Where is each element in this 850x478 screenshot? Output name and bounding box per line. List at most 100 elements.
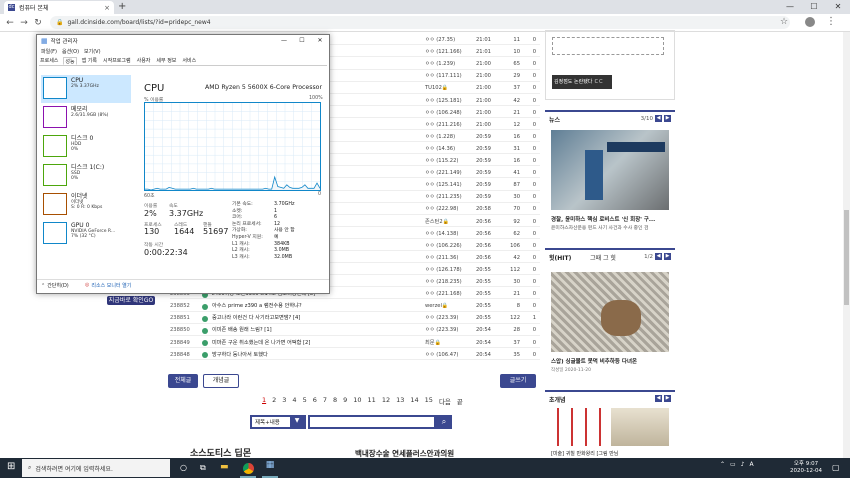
post-writer[interactable]: ㅇㅇ (211.235) [425,193,462,202]
chevron-up-icon[interactable]: ⌃ [720,461,725,468]
page-link[interactable]: 4 [292,396,296,406]
page-link[interactable]: 10 [353,396,361,406]
sidebar-item[interactable]: 디스크 0 HDD 0% [41,133,131,161]
sidebar-item[interactable]: CPU 2% 3.37GHz [41,75,131,103]
page-link[interactable]: 15 [425,396,433,406]
task-manager-taskbar-icon[interactable]: ▦ [262,460,278,478]
post-writer[interactable]: ㅇㅇ (106.226) [425,242,462,251]
recommended-posts-button[interactable]: 개념글 [203,374,239,388]
page-link[interactable]: 7 [323,396,327,406]
resource-monitor-link[interactable]: ◎ 리소스 모니터 열기 [85,282,131,289]
tab-item[interactable]: 시작프로그램 [102,57,132,65]
post-writer[interactable]: ㅇㅇ (223.39) [425,326,458,335]
post-writer[interactable]: ㅇㅇ (211.36) [425,254,458,263]
tab-item[interactable]: 사용자 [136,57,152,65]
list-item[interactable]: 238851 중고나라 이런건 다 사기라고보면댐? [4] ㅇㅇ (223.39)… [170,314,540,324]
profile-avatar[interactable] [805,17,815,27]
post-writer[interactable]: ㅇㅇ (115.22) [425,157,458,166]
page-link[interactable]: 끝 [457,396,463,406]
new-tab-icon[interactable]: + [118,2,128,12]
close-tab-icon[interactable]: × [104,4,110,12]
minimize-icon[interactable]: — [275,35,293,47]
scrollbar-thumb[interactable] [844,210,849,305]
post-writer[interactable]: ㅇㅇ (222.98) [425,205,458,214]
post-writer[interactable]: ㅇㅇ (1.228) [425,133,455,142]
post-writer[interactable]: TU102🔒 [425,84,448,93]
prev-icon[interactable]: ◀ [655,115,662,122]
tab-item[interactable]: 성능 [63,57,77,65]
task-manager-titlebar[interactable]: ▦ 작업 관리자 — ☐ ✕ [37,35,329,47]
menu-item[interactable]: 보기(V) [84,48,101,55]
taskbar-search[interactable]: ⌕ 검색하려면 여기에 입력하세요. [22,459,170,477]
post-title[interactable]: 중고나라 이런건 다 사기라고보면댐? [4] [212,314,300,323]
network-icon[interactable]: ▭ [730,461,736,468]
page-link[interactable]: 5 [303,396,307,406]
all-posts-button[interactable]: 전체글 [168,374,198,388]
news-photo[interactable] [551,130,669,210]
next-icon[interactable]: ▶ [664,395,671,402]
page-link[interactable]: 3 [282,396,286,406]
hit-headline[interactable]: 스압) 싱글몰트 못먹 비추하등 다녀온 [551,357,671,365]
notification-icon[interactable]: ▢ [832,463,840,472]
post-writer[interactable]: ㅇㅇ (221.149) [425,169,462,178]
list-item[interactable]: 238852 아수스 prime z390 a 램전수용 안하냐? werzel🔒 2… [170,302,540,312]
post-writer[interactable]: ㅇㅇ (1.239) [425,60,455,69]
post-writer[interactable]: ㅇㅇ (211.216) [425,121,462,130]
browser-tab[interactable]: dc 컴퓨터 본체 × [4,1,114,14]
concept-thumb-2[interactable] [611,408,669,446]
prev-icon[interactable]: ◀ [655,395,662,402]
tab-item[interactable]: 서비스 [181,57,197,65]
tab-item[interactable]: 앱 기록 [81,57,98,65]
search-input[interactable] [308,415,436,429]
forward-icon[interactable]: → [18,17,30,29]
post-writer[interactable]: ㅇㅇ (126.178) [425,266,462,275]
file-explorer-icon[interactable]: ▬ [220,462,229,472]
multitask-icon[interactable]: ⧉ [200,463,206,473]
page-link[interactable]: 9 [343,396,347,406]
post-writer[interactable]: 최문🔒 [425,339,441,348]
clock[interactable]: 오후 9:07 2020-12-04 [786,461,826,475]
bookmark-star-icon[interactable]: ☆ [780,17,788,27]
page-link[interactable]: 2 [272,396,276,406]
list-item[interactable]: 238849 미마존 구운 취소했는데 온 나가면 어떡함 [2] 최문🔒 20:54… [170,339,540,348]
next-icon[interactable]: ▶ [664,115,671,122]
sidebar-item[interactable]: 메모리 2.6/31.9GB (8%) [41,104,131,132]
post-title[interactable]: 방구하다 둥나아서 토했다 [212,351,268,360]
menu-item[interactable]: 옵션(O) [62,48,79,55]
page-link[interactable]: 다음 [439,396,451,406]
post-title[interactable]: 이미존 배송 원래 느림? [1] [212,326,272,335]
url-field[interactable]: 🔒 gall.dcinside.com/board/lists/?id=prid… [50,16,790,29]
news-headline[interactable]: 경찰, 윤미하스 핵심 로비스트 '신 회장' 구... [551,215,671,223]
brief-toggle[interactable]: ⌃ 간단히(D) [41,282,69,290]
post-writer[interactable]: ㅇㅇ (223.39) [425,314,458,323]
post-writer[interactable]: ㅇㅇ (106.248) [425,109,462,118]
close-icon[interactable]: ✕ [826,0,850,14]
post-writer[interactable]: 존스턴2🔒 [425,218,449,227]
maximize-icon[interactable]: ☐ [802,0,826,14]
tab-item[interactable]: 세부 정보 [155,57,177,65]
hit-photo[interactable] [551,272,669,352]
task-view-icon[interactable]: ○ [180,463,187,472]
list-item[interactable]: 238850 이미존 배송 원래 느림? [1] ㅇㅇ (223.39) 20:54 2… [170,326,540,336]
post-writer[interactable]: ㅇㅇ (218.235) [425,278,462,287]
maximize-icon[interactable]: ☐ [293,35,311,47]
menu-item[interactable]: 파일(F) [41,48,57,55]
minimize-icon[interactable]: — [778,0,802,14]
top-right-caption[interactable]: 김정점도 논란됐다 ㄷㄷ [552,75,612,89]
post-writer[interactable]: ㅇㅇ (14.138) [425,230,458,239]
windows-start-icon[interactable]: ⊞ [7,462,15,472]
concept-headline[interactable]: [미술] 귀칠 만화왕리 [그림 만님 [551,450,618,457]
hit-tab[interactable]: 그때 그 힛 [590,253,616,262]
post-title[interactable]: 아수스 prime z390 a 램전수용 안하냐? [212,302,302,311]
post-writer[interactable]: werzel🔒 [425,302,448,311]
post-writer[interactable]: ㅇㅇ (221.168) [425,290,462,299]
prev-icon[interactable]: ◀ [655,253,662,260]
post-writer[interactable]: ㅇㅇ (117.111) [425,72,462,81]
search-type-select[interactable]: 제목+내용 ▼ [250,415,306,429]
tab-item[interactable]: 프로세스 [39,57,59,65]
next-icon[interactable]: ▶ [664,253,671,260]
side-banner[interactable]: 지금바로 확인GO [107,296,155,305]
post-writer[interactable]: ㅇㅇ (125.181) [425,97,462,106]
page-link[interactable]: 12 [382,396,390,406]
post-writer[interactable]: ㅇㅇ (14.36) [425,145,455,154]
